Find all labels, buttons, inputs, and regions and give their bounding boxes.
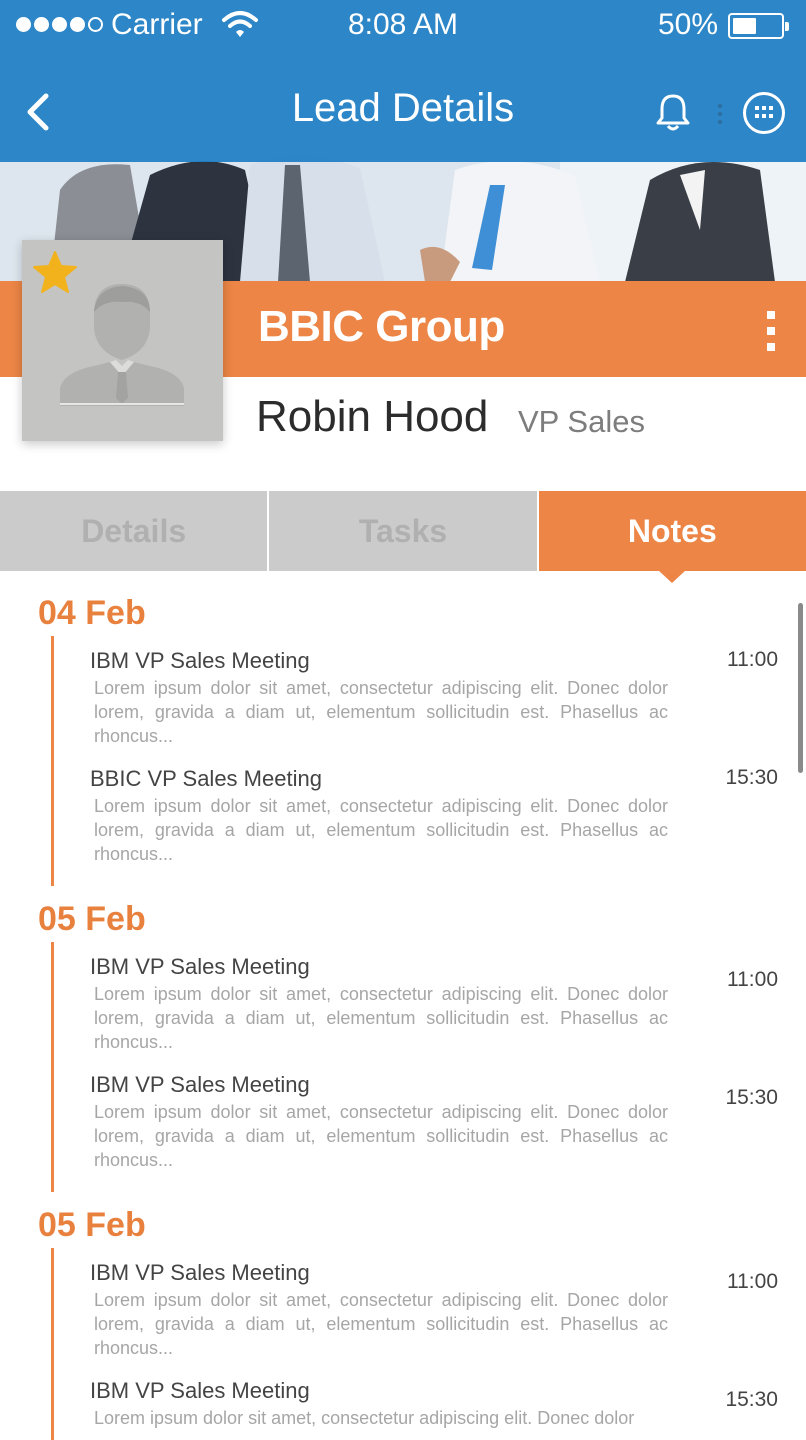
note-body: Lorem ipsum dolor sit amet, consectetur …: [94, 1408, 635, 1428]
scrollbar[interactable]: [798, 603, 803, 773]
notes-day-group: 04 Feb IBM VP Sales Meeting 11:00 Lorem …: [0, 590, 806, 886]
note-body: Lorem ipsum dolor sit amet, consectetur …: [94, 984, 668, 1052]
tab-tasks[interactable]: Tasks: [269, 491, 539, 571]
note-item[interactable]: BBIC VP Sales Meeting 15:30 Lorem ipsum …: [54, 764, 806, 866]
note-body: Lorem ipsum dolor sit amet, consectetur …: [94, 796, 668, 864]
contact-role: VP Sales: [518, 404, 645, 439]
day-date-label: 05 Feb: [38, 1206, 146, 1244]
company-name: BBIC Group: [258, 302, 505, 351]
navigation-bar: Lead Details: [0, 62, 806, 158]
note-item[interactable]: IBM VP Sales Meeting 11:00 Lorem ipsum d…: [54, 952, 806, 1054]
note-title: IBM VP Sales Meeting: [90, 648, 310, 673]
separator-dots-icon: [718, 104, 722, 124]
top-bar: Carrier 8:08 AM 50% Lead Details: [0, 0, 806, 162]
timeline-line: IBM VP Sales Meeting 11:00 Lorem ipsum d…: [51, 1248, 806, 1440]
note-body: Lorem ipsum dolor sit amet, consectetur …: [94, 1102, 668, 1170]
note-title: IBM VP Sales Meeting: [90, 1378, 310, 1403]
note-time: 15:30: [725, 1086, 778, 1109]
note-title: BBIC VP Sales Meeting: [90, 766, 322, 791]
person-placeholder-icon: [60, 284, 184, 406]
note-item[interactable]: IBM VP Sales Meeting 15:30 Lorem ipsum d…: [54, 1070, 806, 1172]
note-title: IBM VP Sales Meeting: [90, 1072, 310, 1097]
battery-percent: 50%: [657, 8, 718, 41]
note-time: 11:00: [727, 968, 778, 991]
avatar[interactable]: [22, 240, 223, 441]
tab-bar: Details Tasks Notes: [0, 491, 806, 583]
note-body: Lorem ipsum dolor sit amet, consectetur …: [94, 1290, 668, 1358]
favorite-star-icon[interactable]: [32, 250, 78, 294]
note-time: 15:30: [725, 1388, 778, 1411]
battery-fill: [733, 18, 756, 34]
note-body: Lorem ipsum dolor sit amet, consectetur …: [94, 678, 668, 746]
day-date-label: 05 Feb: [38, 900, 146, 938]
note-title: IBM VP Sales Meeting: [90, 1260, 310, 1285]
bell-icon[interactable]: [654, 92, 692, 132]
notes-day-group: 05 Feb IBM VP Sales Meeting 11:00 Lorem …: [0, 1202, 806, 1440]
status-bar: Carrier 8:08 AM 50%: [0, 0, 806, 52]
note-time: 11:00: [727, 1270, 778, 1293]
battery-icon: [728, 13, 789, 39]
note-title: IBM VP Sales Meeting: [90, 954, 310, 979]
contact-name: Robin Hood: [256, 392, 489, 441]
note-time: 11:00: [727, 648, 778, 671]
day-date-label: 04 Feb: [38, 594, 146, 632]
note-item[interactable]: IBM VP Sales Meeting 11:00 Lorem ipsum d…: [54, 1258, 806, 1360]
tab-notes[interactable]: Notes: [538, 491, 806, 583]
timeline-line: IBM VP Sales Meeting 11:00 Lorem ipsum d…: [51, 942, 806, 1192]
note-item[interactable]: IBM VP Sales Meeting 11:00 Lorem ipsum d…: [54, 646, 806, 748]
tab-details[interactable]: Details: [0, 491, 270, 571]
note-time: 15:30: [725, 766, 778, 789]
note-item[interactable]: IBM VP Sales Meeting 15:30 Lorem ipsum d…: [54, 1376, 806, 1430]
timeline-line: IBM VP Sales Meeting 11:00 Lorem ipsum d…: [51, 636, 806, 886]
more-options-icon[interactable]: [764, 309, 778, 353]
notes-timeline: 04 Feb IBM VP Sales Meeting 11:00 Lorem …: [0, 590, 806, 1440]
notes-day-group: 05 Feb IBM VP Sales Meeting 11:00 Lorem …: [0, 896, 806, 1192]
apps-grid-icon[interactable]: [742, 91, 786, 135]
